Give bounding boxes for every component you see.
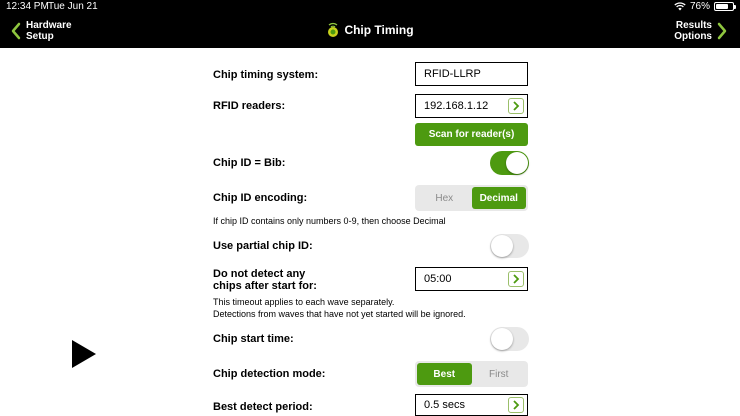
partial-chip-id-toggle[interactable]	[490, 234, 529, 258]
status-time: 12:34 PM	[6, 1, 49, 12]
rfid-readers-field[interactable]: 192.168.1.12	[415, 94, 528, 118]
battery-percent: 76%	[689, 1, 710, 12]
no-detect-arrow[interactable]	[508, 271, 524, 287]
no-detect-label-line2: chips after start for:	[213, 280, 317, 292]
best-detect-period-value: 0.5 secs	[424, 399, 465, 411]
rfid-readers-value: 192.168.1.12	[424, 100, 489, 112]
chip-timing-system-field[interactable]: RFID-LLRP	[415, 62, 528, 86]
detection-option-best[interactable]: Best	[417, 363, 472, 385]
chip-id-encoding-label: Chip ID encoding:	[213, 192, 308, 204]
chip-timing-system-value: RFID-LLRP	[424, 68, 481, 80]
page-title: Chip Timing	[344, 23, 414, 37]
rfid-readers-label: RFID readers:	[213, 100, 286, 112]
toggle-knob	[491, 328, 513, 350]
nav-title: Chip Timing	[0, 22, 740, 38]
play-icon[interactable]	[72, 340, 96, 368]
battery-icon	[714, 2, 736, 11]
nav-bar: Hardware Setup Chip Timing Results Optio…	[0, 14, 740, 48]
chip-id-bib-label: Chip ID = Bib:	[213, 157, 286, 169]
best-detect-period-arrow[interactable]	[508, 397, 524, 413]
no-detect-label-line1: Do not detect any	[213, 268, 306, 280]
chip-start-time-toggle[interactable]	[490, 327, 529, 351]
status-right: 76%	[674, 1, 736, 12]
best-detect-period-label: Best detect period:	[213, 401, 313, 413]
encoding-option-decimal[interactable]: Decimal	[471, 187, 526, 209]
chevron-right-icon	[513, 400, 520, 410]
status-date: Tue Jun 21	[48, 1, 98, 12]
encoding-option-hex[interactable]: Hex	[417, 187, 472, 209]
chip-id-encoding-hint: If chip ID contains only numbers 0-9, th…	[213, 216, 446, 226]
no-detect-value: 05:00	[424, 273, 452, 285]
best-detect-period-field[interactable]: 0.5 secs	[415, 394, 528, 416]
chevron-right-icon	[513, 101, 520, 111]
no-detect-hint-line1: This timeout applies to each wave separa…	[213, 297, 395, 307]
status-bar: 12:34 PM Tue Jun 21 76%	[0, 0, 740, 14]
toggle-knob	[491, 235, 513, 257]
chip-id-bib-toggle[interactable]	[490, 151, 529, 175]
detection-mode-control: Best First	[415, 361, 528, 387]
battery-nub	[734, 5, 736, 9]
detection-mode-label: Chip detection mode:	[213, 368, 326, 380]
chevron-right-icon	[717, 22, 727, 40]
toggle-knob	[506, 152, 528, 174]
forward-label: Results Options	[674, 20, 712, 42]
forward-label-line2: Options	[674, 31, 712, 42]
detection-option-first[interactable]: First	[472, 363, 527, 385]
battery-fill	[716, 4, 729, 9]
no-detect-hint-line2: Detections from waves that have not yet …	[213, 309, 466, 319]
results-options-button[interactable]: Results Options	[674, 20, 728, 42]
no-detect-label: Do not detect any chips after start for:	[213, 268, 317, 292]
partial-chip-id-label: Use partial chip ID:	[213, 240, 313, 252]
chip-start-time-label: Chip start time:	[213, 333, 294, 345]
scan-readers-button[interactable]: Scan for reader(s)	[415, 123, 528, 146]
chip-timing-system-label: Chip timing system:	[213, 69, 319, 81]
no-detect-hint: This timeout applies to each wave separa…	[213, 296, 466, 320]
chip-timing-logo-icon	[328, 22, 339, 37]
no-detect-field[interactable]: 05:00	[415, 267, 528, 291]
wifi-icon	[674, 2, 686, 11]
chip-id-encoding-control: Hex Decimal	[415, 185, 528, 211]
forward-label-line1: Results	[675, 20, 712, 31]
chevron-right-icon	[513, 274, 520, 284]
rfid-readers-arrow[interactable]	[508, 98, 524, 114]
